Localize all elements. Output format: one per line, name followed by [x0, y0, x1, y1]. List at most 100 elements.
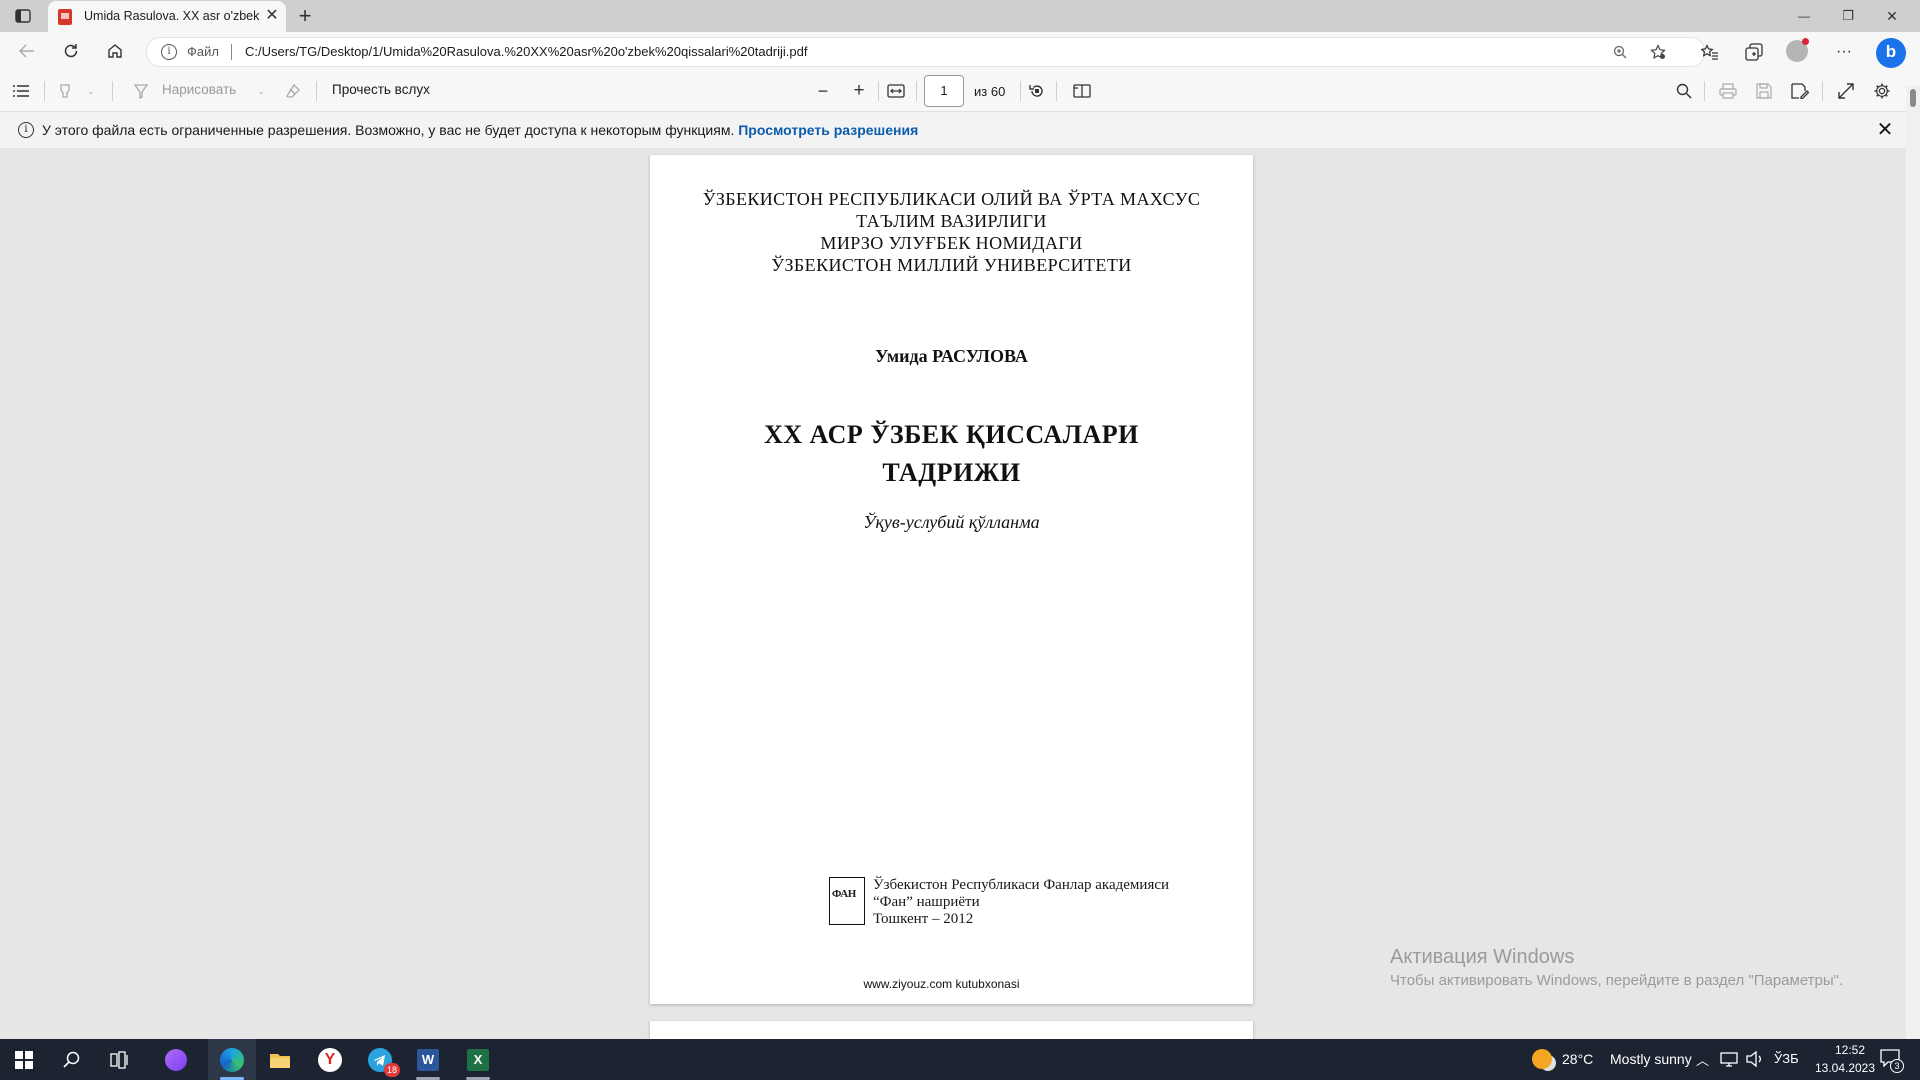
task-view-icon[interactable]	[96, 1039, 144, 1080]
draw-icon[interactable]	[130, 80, 152, 102]
windows-activation-title: Активация Windows	[1390, 946, 1575, 968]
site-info-icon[interactable]: i	[161, 44, 177, 60]
pdf-viewer[interactable]: ЎЗБЕКИСТОН РЕСПУБЛИКАСИ ОЛИЙ ВА ЎРТА МАХ…	[0, 149, 1906, 1039]
tab-pdf[interactable]: Umida Rasulova. XX asr o'zbek qissalari …	[48, 1, 286, 32]
toolbar-divider	[316, 81, 317, 101]
url-protocol: Файл	[187, 44, 219, 59]
close-infobar-icon[interactable]: ✕	[1873, 118, 1897, 142]
vertical-scrollbar[interactable]	[1906, 86, 1920, 1039]
eraser-icon[interactable]	[282, 80, 304, 102]
input-language[interactable]: ЎЗБ	[1774, 1051, 1799, 1066]
read-aloud-button[interactable]: Прочесть вслух	[332, 82, 430, 97]
taskbar-search-icon[interactable]	[48, 1039, 96, 1080]
notification-center-icon[interactable]: 3	[1880, 1049, 1904, 1073]
windows-activation-text: Чтобы активировать Windows, перейдите в …	[1390, 972, 1844, 989]
save-as-icon[interactable]	[1788, 80, 1812, 102]
book-title-line-2: ТАДРИЖИ	[882, 458, 1021, 487]
table-of-contents-icon[interactable]	[10, 80, 32, 102]
restore-button[interactable]: ❐	[1828, 4, 1868, 28]
publisher-line-1: Ўзбекистон Республикаси Фанлар академияс…	[873, 877, 1170, 893]
page-number-input[interactable]: 1	[924, 75, 964, 107]
fullscreen-icon[interactable]	[1834, 80, 1858, 102]
publisher-line-2: “Фан” нашриёти	[873, 894, 980, 910]
print-icon[interactable]	[1716, 80, 1740, 102]
header-line-4: ЎЗБЕКИСТОН МИЛЛИЙ УНИВЕРСИТЕТИ	[771, 255, 1132, 275]
highlight-dropdown-icon[interactable]: ⌄	[84, 82, 98, 100]
edge-logo	[220, 1047, 244, 1072]
permissions-infobar: i У этого файла есть ограниченные разреш…	[0, 112, 1920, 149]
save-icon[interactable]	[1752, 80, 1776, 102]
book-title-line-1: XX АСР ЎЗБЕК ҚИССАЛАРИ	[764, 420, 1139, 449]
minimize-button[interactable]: —	[1784, 4, 1824, 28]
network-icon[interactable]	[1720, 1051, 1738, 1070]
tab-title: Umida Rasulova. XX asr o'zbek qissalari …	[84, 9, 262, 23]
address-bar[interactable]: i Файл C:/Users/TG/Desktop/1/Umida%20Ras…	[146, 37, 1705, 67]
excel-icon[interactable]: X	[454, 1039, 502, 1080]
scrollbar-thumb[interactable]	[1910, 89, 1916, 107]
word-icon[interactable]: W	[404, 1039, 452, 1080]
edge-browser-icon[interactable]	[208, 1039, 256, 1080]
windows-taskbar: Y 18 W X 28°C Mostly sunny ︿ ЎЗБ 12:52 1…	[0, 1039, 1920, 1080]
weather-sun-icon	[1532, 1049, 1552, 1069]
bing-letter: b	[1885, 42, 1897, 61]
clock-date[interactable]: 13.04.2023	[1800, 1061, 1890, 1075]
start-button[interactable]	[0, 1039, 48, 1080]
zoom-in-button[interactable]: +	[848, 79, 870, 103]
show-hidden-icons-chevron[interactable]: ︿	[1696, 1050, 1709, 1069]
telegram-icon[interactable]: 18	[356, 1039, 404, 1080]
yandex-logo: Y	[318, 1047, 342, 1072]
add-favorite-icon[interactable]	[1647, 41, 1669, 63]
close-window-button[interactable]: ✕	[1872, 4, 1912, 28]
weather-widget[interactable]: 28°C Mostly sunny	[1530, 1039, 1692, 1080]
file-explorer-icon[interactable]	[256, 1039, 304, 1080]
toolbar-divider	[44, 81, 45, 101]
toolbar-divider	[1056, 81, 1057, 101]
alice-assistant-icon[interactable]	[152, 1039, 200, 1080]
back-icon[interactable]	[14, 38, 40, 64]
search-icon[interactable]	[1672, 80, 1696, 102]
refresh-icon[interactable]	[58, 38, 84, 64]
zoom-out-button[interactable]: −	[812, 79, 834, 103]
settings-gear-icon[interactable]	[1870, 80, 1894, 102]
weather-condition: Mostly sunny	[1610, 1051, 1692, 1067]
yandex-browser-icon[interactable]: Y	[306, 1039, 354, 1080]
home-icon[interactable]	[102, 38, 128, 64]
telegram-badge: 18	[384, 1063, 400, 1077]
rotate-icon[interactable]	[1026, 80, 1048, 102]
url-text[interactable]: C:/Users/TG/Desktop/1/Umida%20Rasulova.%…	[245, 44, 807, 59]
volume-icon[interactable]	[1746, 1050, 1764, 1070]
view-permissions-link[interactable]: Просмотреть разрешения	[738, 122, 918, 138]
toolbar-divider	[112, 81, 113, 101]
collections-icon[interactable]	[1740, 38, 1768, 66]
highlight-icon[interactable]	[54, 80, 76, 102]
book-subtitle: Ўқув-услубий қўлланма	[863, 512, 1040, 532]
infobar-message: У этого файла есть ограниченные разрешен…	[42, 122, 918, 138]
notification-dot	[1802, 38, 1809, 45]
pdf-page-1: ЎЗБЕКИСТОН РЕСПУБЛИКАСИ ОЛИЙ ВА ЎРТА МАХ…	[650, 155, 1253, 1004]
draw-label[interactable]: Нарисовать	[162, 82, 236, 97]
infobar-text: У этого файла есть ограниченные разрешен…	[42, 122, 735, 138]
zoom-icon[interactable]	[1609, 41, 1631, 63]
page-view-icon[interactable]	[1070, 80, 1094, 102]
toolbar-divider	[916, 81, 917, 101]
bing-copilot-icon[interactable]: b	[1876, 38, 1906, 68]
profile-avatar[interactable]	[1786, 38, 1809, 62]
toolbar-divider	[878, 81, 879, 101]
word-logo: W	[417, 1048, 439, 1071]
new-tab-button[interactable]: +	[292, 3, 318, 29]
favorites-icon[interactable]	[1696, 38, 1724, 66]
header-line-3: МИРЗО УЛУҒБЕК НОМИДАГИ	[820, 233, 1083, 253]
tab-actions-icon[interactable]	[10, 6, 36, 26]
page-count: из 60	[974, 84, 1006, 99]
clock-time[interactable]: 12:52	[1810, 1043, 1890, 1057]
tab-strip: Umida Rasulova. XX asr o'zbek qissalari …	[0, 0, 1920, 32]
notification-count-badge: 3	[1890, 1059, 1904, 1073]
tab-close-icon[interactable]: ✕	[262, 6, 282, 26]
more-options-icon[interactable]: ···	[1830, 38, 1858, 66]
fit-to-width-icon[interactable]	[884, 80, 908, 102]
draw-dropdown-icon[interactable]: ⌄	[254, 82, 268, 100]
url-divider	[231, 44, 232, 60]
publisher-logo: ФАН	[829, 877, 865, 925]
alice-circle	[165, 1048, 187, 1071]
page-footer-url[interactable]: www.ziyouz.com kutubxonasi	[640, 977, 1243, 991]
